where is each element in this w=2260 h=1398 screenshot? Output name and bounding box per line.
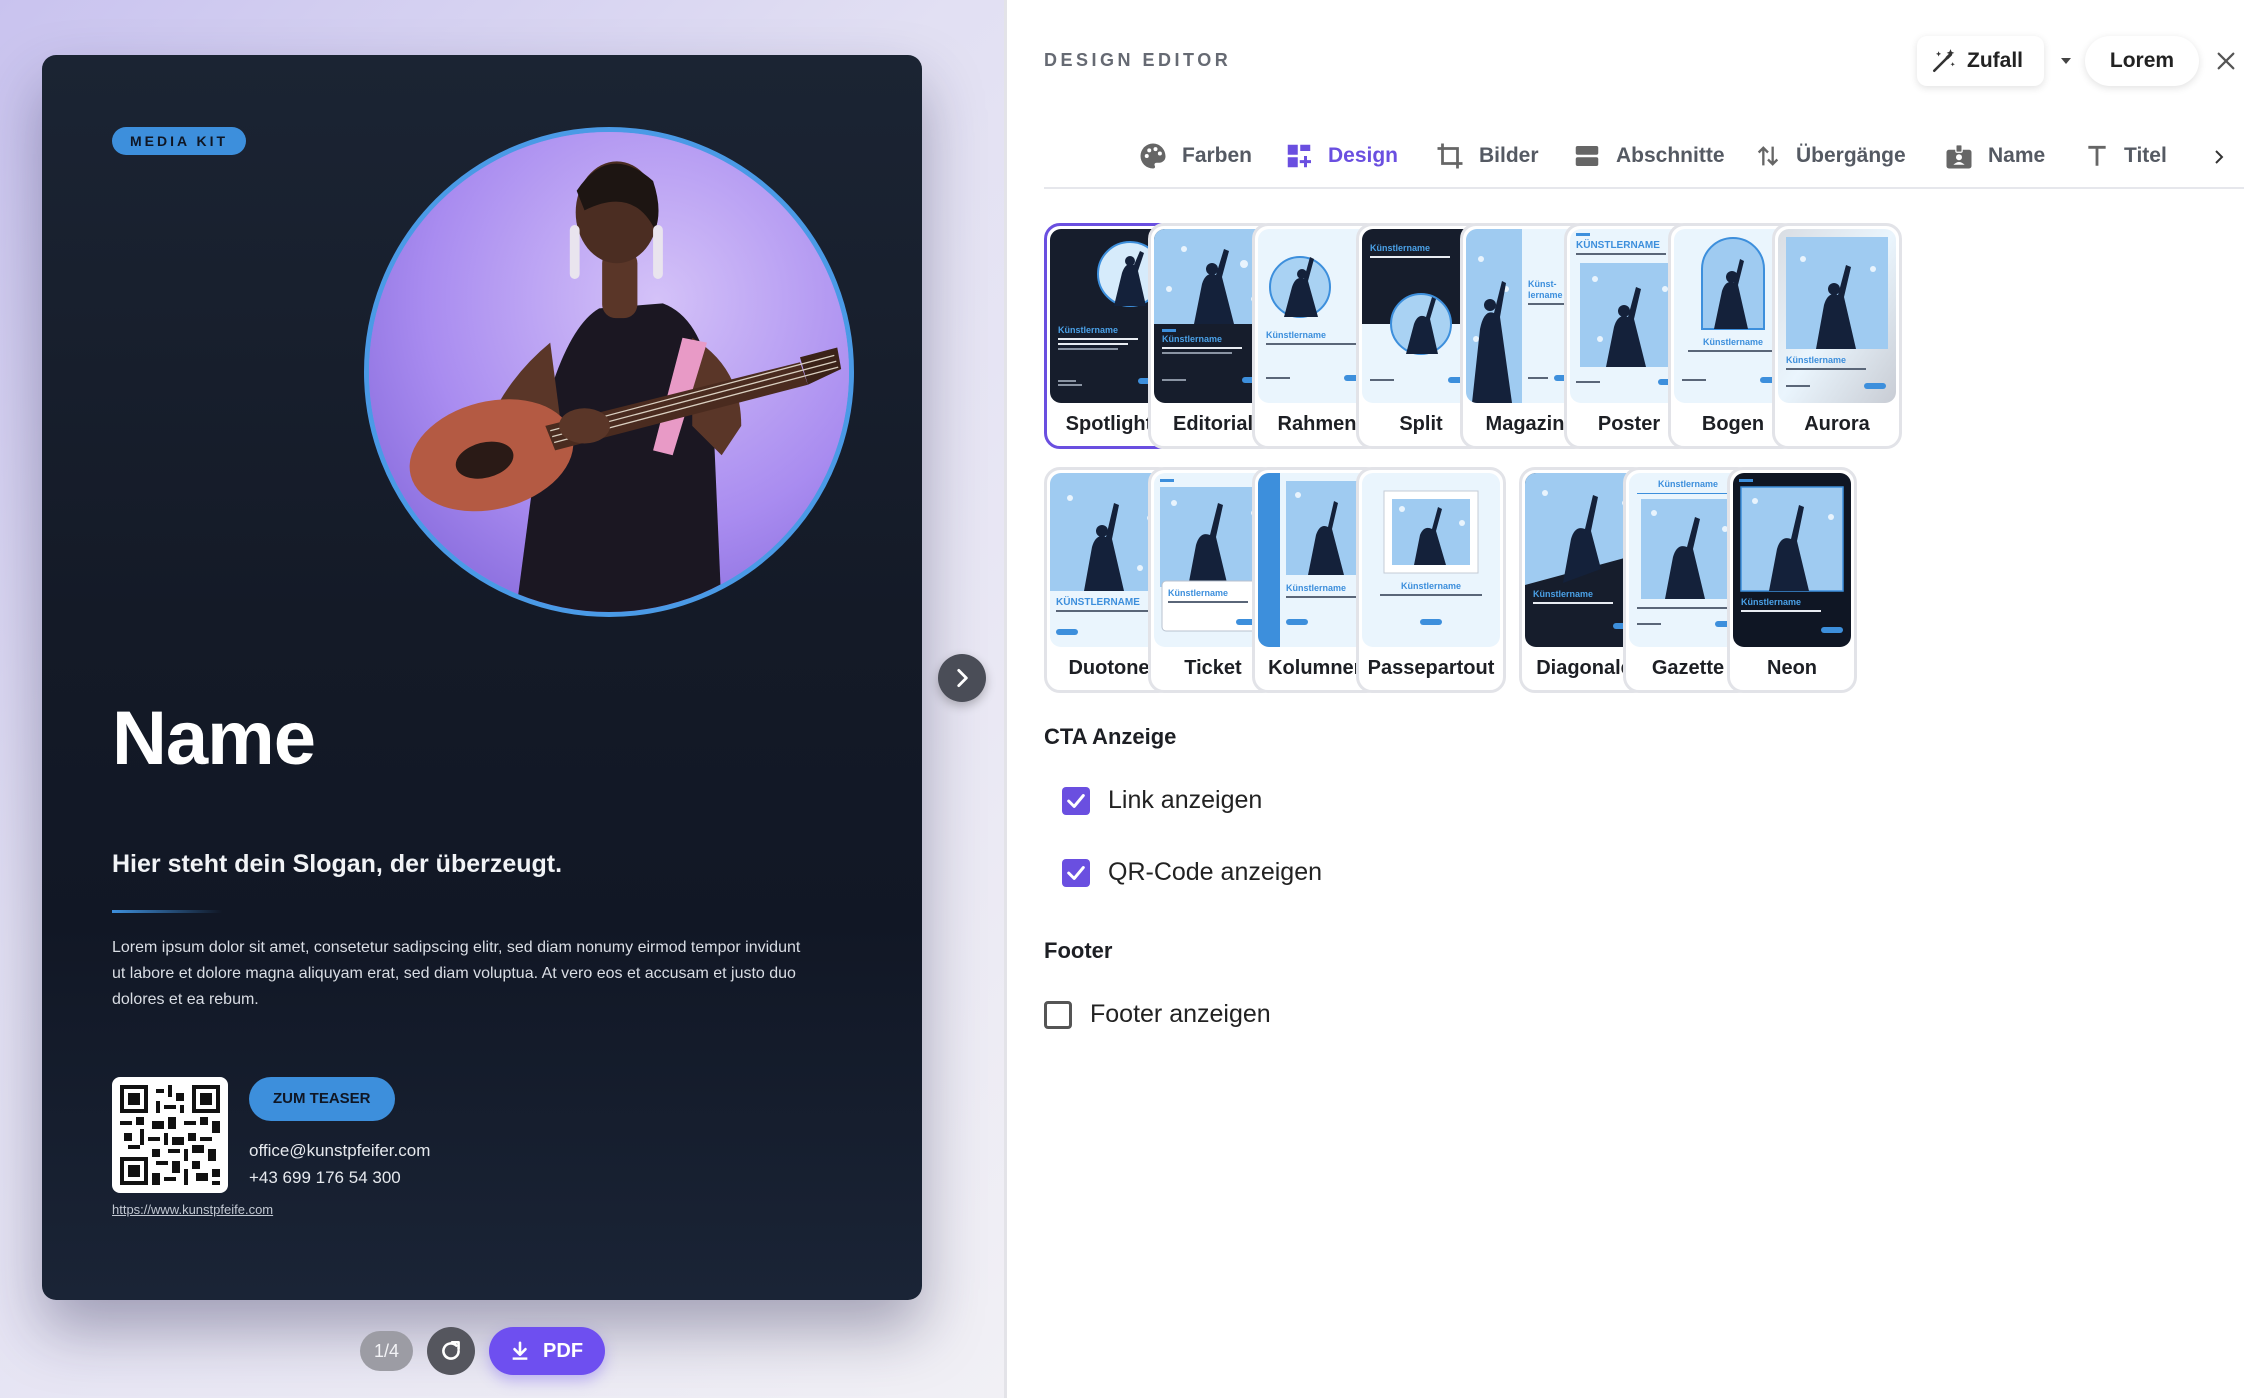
- thumb-title-2: lername: [1528, 290, 1563, 300]
- dashboard-add-icon: [1287, 144, 1311, 168]
- contact-email: office@kunstpfeifer.com: [249, 1141, 431, 1160]
- layout-label: Passepartout: [1367, 657, 1495, 679]
- crop-icon: [1437, 143, 1463, 169]
- artist-photo: [369, 132, 849, 612]
- preview-area: MEDIA KIT Name Hier steht dein Slogan, d…: [0, 0, 1004, 1398]
- editor-title: DESIGN EDITOR: [1044, 50, 1232, 70]
- design-editor-panel: DESIGN EDITOR Zufall Lorem Farben Design…: [1007, 0, 2260, 1398]
- layout-preview-passepartout: Künstlername: [1362, 473, 1500, 647]
- thumb-title: Künstlername: [1786, 355, 1846, 365]
- layout-tile-aurora[interactable]: Künstlername Aurora: [1772, 223, 1902, 449]
- editor-tabs: Farben Design Bilder Abschnitte Übergäng…: [1044, 125, 2244, 189]
- checkmark-icon: [1067, 793, 1085, 808]
- media-kit-page: MEDIA KIT Name Hier steht dein Slogan, d…: [42, 55, 922, 1300]
- checkbox-checked[interactable]: [1062, 858, 1090, 887]
- checkbox-label: Link anzeigen: [1108, 786, 1263, 814]
- layout-tile-passepartout[interactable]: Künstlername Passepartout: [1356, 467, 1506, 693]
- tab-label: Design: [1328, 144, 1399, 167]
- text-icon: [2088, 145, 2106, 166]
- qr-code-icon: [120, 1085, 220, 1185]
- layout-thumbnail: Künstlername: [1733, 473, 1851, 647]
- pdf-button-label: PDF: [543, 1339, 584, 1362]
- layout-tile-neon[interactable]: Künstlername Neon: [1727, 467, 1857, 693]
- next-page-button[interactable]: [938, 654, 986, 702]
- thumb-title: KÜNSTLERNAME: [1576, 238, 1660, 251]
- random-options-dropdown[interactable]: [2052, 46, 2080, 76]
- footer-section-title: Footer: [1044, 938, 1113, 963]
- cta-section-title: CTA Anzeige: [1044, 724, 1177, 749]
- refresh-icon: [442, 1341, 460, 1360]
- tab-label: Abschnitte: [1616, 144, 1725, 167]
- tab-farben[interactable]: Farben: [1138, 125, 1252, 187]
- checkbox-label: Footer anzeigen: [1090, 1000, 1271, 1028]
- footer-anzeigen-checkbox[interactable]: Footer anzeigen: [1044, 1000, 1271, 1029]
- thumb-title: Künstlername: [1401, 581, 1461, 591]
- artist-name: Name: [112, 696, 316, 781]
- tab-label: Name: [1988, 144, 2046, 167]
- layout-preview-aurora: Künstlername: [1778, 229, 1896, 403]
- page-counter: 1/4: [360, 1331, 414, 1371]
- caret-down-icon: [2061, 58, 2071, 64]
- preview-toolbar: 1/4 PDF: [360, 1326, 606, 1376]
- artist-portrait: [364, 127, 854, 617]
- media-kit-badge: MEDIA KIT: [112, 127, 247, 155]
- thumb-title: KÜNSTLERNAME: [1056, 595, 1140, 608]
- layout-thumbnail: Künstlername: [1362, 473, 1500, 647]
- tab-label: Titel: [2124, 144, 2167, 167]
- thumb-title: Künst-: [1528, 279, 1557, 289]
- palette-icon: [1140, 143, 1166, 169]
- checkmark-icon: [1067, 865, 1085, 880]
- thumb-title: Künstlername: [1658, 479, 1718, 489]
- thumb-title: Künstlername: [1168, 588, 1228, 598]
- thumb-title: Künstlername: [1286, 583, 1346, 593]
- close-button[interactable]: [2207, 42, 2245, 80]
- qr-url-link[interactable]: https://www.kunstpfeife.com: [112, 1202, 273, 1218]
- close-icon: [2217, 52, 2235, 70]
- tab-bilder[interactable]: Bilder: [1435, 125, 1539, 187]
- thumb-title: Künstlername: [1741, 597, 1801, 607]
- refresh-button[interactable]: [427, 1327, 476, 1375]
- layout-label: Neon: [1767, 657, 1817, 679]
- thumb-title: Künstlername: [1533, 589, 1593, 599]
- tab-uebergaenge[interactable]: Übergänge: [1754, 125, 1906, 187]
- thumb-title: Künstlername: [1370, 243, 1430, 253]
- download-icon: [512, 1341, 528, 1360]
- random-button[interactable]: Zufall: [1917, 36, 2044, 86]
- layout-label: Aurora: [1804, 413, 1870, 435]
- random-button-label: Zufall: [1967, 49, 2023, 72]
- checkbox-label: QR-Code anzeigen: [1108, 858, 1323, 886]
- checkbox-unchecked[interactable]: [1044, 1000, 1072, 1029]
- qr-code: [112, 1077, 228, 1193]
- contact-phone: +43 699 176 54 300: [249, 1168, 401, 1187]
- thumb-title: Künstlername: [1266, 330, 1326, 340]
- tab-abschnitte[interactable]: Abschnitte: [1572, 125, 1725, 187]
- teaser-button[interactable]: ZUM TEASER: [249, 1077, 395, 1121]
- thumb-title: Künstlername: [1058, 325, 1118, 335]
- slogan: Hier steht dein Slogan, der überzeugt.: [112, 850, 563, 878]
- checkbox-checked[interactable]: [1062, 786, 1090, 815]
- tab-design[interactable]: Design: [1284, 125, 1398, 187]
- swap-vertical-icon: [1757, 146, 1779, 166]
- tab-label: Bilder: [1479, 144, 1539, 167]
- thumb-title: Künstlername: [1703, 337, 1763, 347]
- sections-icon: [1575, 146, 1599, 166]
- qr-code-anzeigen-checkbox[interactable]: QR-Code anzeigen: [1062, 858, 1322, 887]
- chevron-right-icon: [2215, 150, 2224, 164]
- tab-label: Übergänge: [1796, 144, 1906, 167]
- badge-icon: [1946, 144, 1972, 169]
- layout-thumbnail: Künstlername: [1778, 229, 1896, 403]
- link-anzeigen-checkbox[interactable]: Link anzeigen: [1062, 786, 1262, 815]
- tab-titel[interactable]: Titel: [2084, 125, 2167, 187]
- chevron-right-icon: [957, 669, 968, 687]
- lorem-button[interactable]: Lorem: [2085, 36, 2199, 86]
- accent-rule: [112, 910, 222, 913]
- tab-label: Farben: [1182, 144, 1253, 167]
- pdf-download-button[interactable]: PDF: [489, 1327, 606, 1375]
- thumb-title: Künstlername: [1162, 334, 1222, 344]
- tabs-scroll-right-button[interactable]: [2204, 137, 2234, 177]
- layout-preview-neon: Künstlername: [1733, 473, 1851, 647]
- magic-wand-icon: [1932, 49, 1955, 73]
- body-text: Lorem ipsum dolor sit amet, consetetur s…: [112, 939, 801, 1008]
- tab-name[interactable]: Name: [1944, 125, 2045, 187]
